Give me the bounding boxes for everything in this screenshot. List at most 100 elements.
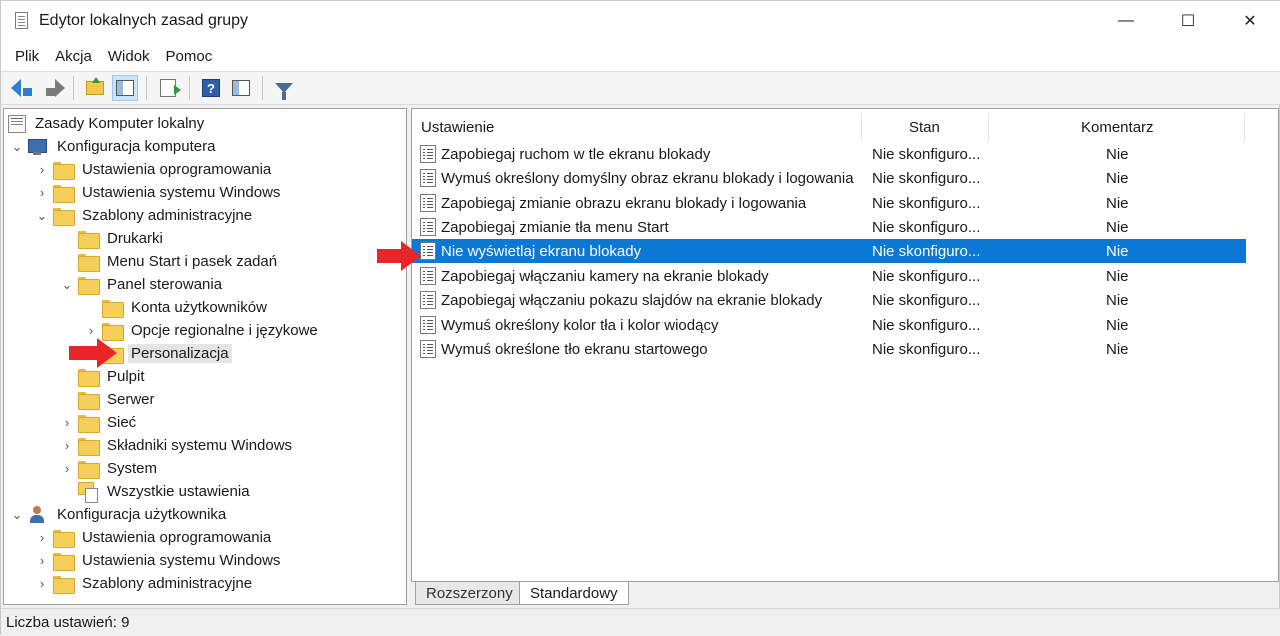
setting-comment: Nie (1106, 340, 1129, 358)
tree-pane[interactable]: Zasady Komputer lokalny ⌄ Konfiguracja k… (3, 108, 407, 605)
chevron-right-icon[interactable]: › (60, 415, 74, 430)
folder-icon (53, 552, 75, 571)
column-divider[interactable] (861, 113, 862, 141)
chevron-right-icon[interactable]: › (35, 185, 49, 200)
chevron-right-icon[interactable]: › (35, 576, 49, 591)
export-list-icon (160, 79, 181, 97)
settings-row[interactable]: Wymuś określony domyślny obraz ekranu bl… (412, 166, 1246, 190)
column-divider[interactable] (1244, 113, 1245, 141)
menu-akcja[interactable]: Akcja (47, 48, 100, 65)
toolbar-separator (189, 76, 190, 100)
tree-item-desktop[interactable]: Pulpit (60, 365, 148, 388)
tree-item-system[interactable]: › System (60, 457, 160, 480)
tree-item-label: Konfiguracja komputera (57, 138, 216, 155)
settings-row-selected[interactable]: Nie wyświetlaj ekranu blokady Nie skonfi… (412, 239, 1246, 263)
setting-state: Nie skonfiguro... (872, 316, 981, 334)
close-button[interactable]: ✕ (1219, 1, 1280, 41)
setting-name: Zapobiegaj włączaniu kamery na ekranie b… (441, 267, 769, 285)
tree-item-root[interactable]: Zasady Komputer lokalny (8, 112, 207, 135)
chevron-right-icon[interactable]: › (60, 438, 74, 453)
maximize-button[interactable]: ☐ (1157, 1, 1219, 41)
folder-icon (78, 437, 100, 456)
menu-plik[interactable]: Plik (7, 48, 47, 65)
chevron-right-icon[interactable]: › (35, 553, 49, 568)
folder-icon (53, 529, 75, 548)
chevron-right-icon[interactable]: › (35, 530, 49, 545)
folder-icon (53, 161, 75, 180)
toolbar-separator (73, 76, 74, 100)
tree-item-label: Składniki systemu Windows (107, 437, 293, 454)
chevron-right-icon[interactable]: › (35, 162, 49, 177)
tree-item-label: Zasady Komputer lokalny (35, 115, 205, 132)
tree-item-control-panel[interactable]: ⌄ Panel sterowania (60, 273, 225, 296)
tree-item-label: Szablony administracyjne (82, 207, 253, 224)
setting-comment: Nie (1106, 194, 1129, 212)
tree-item-user-software-settings[interactable]: › Ustawienia oprogramowania (35, 526, 274, 549)
back-button[interactable] (9, 75, 35, 101)
policy-setting-icon (420, 267, 436, 285)
tree-item-label: Serwer (107, 391, 155, 408)
folder-icon (78, 253, 100, 272)
chevron-down-icon[interactable]: ⌄ (60, 277, 74, 293)
filter-button[interactable] (271, 75, 297, 101)
chevron-right-icon[interactable]: › (60, 461, 74, 476)
column-header-state[interactable]: Stan (909, 109, 999, 145)
tree-item-windows-settings[interactable]: › Ustawienia systemu Windows (35, 181, 283, 204)
tree-item-regional-options[interactable]: › Opcje regionalne i językowe (84, 319, 321, 342)
tree-item-admin-templates[interactable]: ⌄ Szablony administracyjne (35, 204, 255, 227)
tab-standard[interactable]: Standardowy (519, 582, 629, 605)
tree-item-server[interactable]: Serwer (60, 388, 158, 411)
setting-state: Nie skonfiguro... (872, 169, 981, 187)
menu-pomoc[interactable]: Pomoc (158, 48, 221, 65)
chevron-right-icon[interactable]: › (84, 323, 98, 338)
column-header-setting[interactable]: Ustawienie (421, 109, 861, 145)
settings-row[interactable]: Wymuś określone tło ekranu startowego Ni… (412, 337, 1246, 361)
show-hide-tree-button[interactable] (112, 75, 138, 101)
policy-setting-icon (420, 194, 436, 212)
folder-icon (78, 230, 100, 249)
status-bar: Liczba ustawień: 9 (1, 608, 1280, 636)
tree-item-printers[interactable]: Drukarki (60, 227, 166, 250)
column-divider[interactable] (988, 113, 989, 141)
policy-setting-icon (420, 169, 436, 187)
setting-name: Wymuś określone tło ekranu startowego (441, 340, 708, 358)
tree-item-software-settings[interactable]: › Ustawienia oprogramowania (35, 158, 274, 181)
tree-item-label: Drukarki (107, 230, 163, 247)
column-header-comment[interactable]: Komentarz (1081, 109, 1181, 145)
tree-item-windows-components[interactable]: › Składniki systemu Windows (60, 434, 295, 457)
back-icon (11, 79, 33, 97)
forward-button[interactable] (39, 75, 65, 101)
tree-item-network[interactable]: › Sieć (60, 411, 139, 434)
chevron-down-icon[interactable]: ⌄ (10, 507, 24, 523)
help-button[interactable]: ? (198, 75, 224, 101)
tree-item-user-windows-settings[interactable]: › Ustawienia systemu Windows (35, 549, 283, 572)
setting-state: Nie skonfiguro... (872, 218, 981, 236)
tree-item-all-settings[interactable]: Wszystkie ustawienia (60, 480, 253, 503)
tree-item-label: Panel sterowania (107, 276, 223, 293)
settings-row[interactable]: Wymuś określony kolor tła i kolor wiodąc… (412, 313, 1246, 337)
menu-widok[interactable]: Widok (100, 48, 158, 65)
tree-item-user-admin-templates[interactable]: › Szablony administracyjne (35, 572, 255, 595)
tree-item-user-accounts[interactable]: Konta użytkowników (84, 296, 270, 319)
policy-setting-icon (420, 340, 436, 358)
settings-row[interactable]: Zapobiegaj zmianie obrazu ekranu blokady… (412, 191, 1246, 215)
up-folder-button[interactable] (82, 75, 108, 101)
user-icon (28, 505, 48, 524)
tree-item-user-config[interactable]: ⌄ Konfiguracja użytkownika (10, 503, 229, 526)
folder-icon (78, 391, 100, 410)
setting-name: Nie wyświetlaj ekranu blokady (441, 242, 642, 260)
settings-list-pane[interactable]: Ustawienie Stan Komentarz Zapobiegaj ruc… (411, 108, 1279, 582)
settings-row[interactable]: Zapobiegaj zmianie tła menu Start Nie sk… (412, 215, 1246, 239)
chevron-down-icon[interactable]: ⌄ (10, 139, 24, 155)
export-list-button[interactable] (155, 75, 181, 101)
tab-extended[interactable]: Rozszerzony (415, 582, 524, 605)
settings-row[interactable]: Zapobiegaj włączaniu kamery na ekranie b… (412, 264, 1246, 288)
chevron-down-icon[interactable]: ⌄ (35, 208, 49, 224)
settings-row[interactable]: Zapobiegaj ruchom w tle ekranu blokady N… (412, 142, 1246, 166)
minimize-button[interactable]: — (1095, 1, 1157, 41)
tree-item-computer-config[interactable]: ⌄ Konfiguracja komputera (10, 135, 218, 158)
window-title: Edytor lokalnych zasad grupy (39, 12, 248, 29)
tree-item-start-menu[interactable]: Menu Start i pasek zadań (60, 250, 280, 273)
settings-row[interactable]: Zapobiegaj włączaniu pokazu slajdów na e… (412, 288, 1246, 312)
extended-view-button[interactable] (228, 75, 254, 101)
